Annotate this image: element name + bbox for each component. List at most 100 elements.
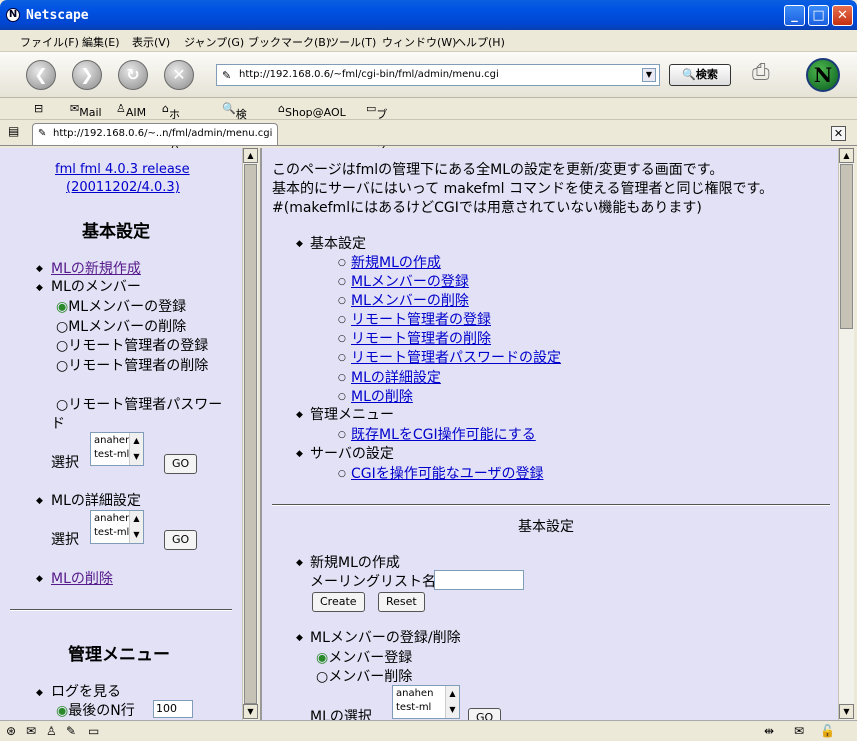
radio-icon: ○	[56, 319, 69, 335]
scroll-up-icon[interactable]: ▲	[446, 686, 459, 702]
bookmark-folder[interactable]: ▭ブックマーク	[366, 102, 387, 201]
right-frame-scrollbar[interactable]: ▲ ▼	[838, 148, 854, 720]
scroll-down-icon[interactable]: ▼	[130, 449, 143, 465]
radio-member-remove[interactable]: ○メンバー削除	[316, 666, 412, 686]
ml-select-list[interactable]: anahen test-ml ▲ ▼	[90, 432, 144, 466]
left-frame-scrollbar[interactable]: ▲ ▼	[242, 148, 258, 720]
toc-link-member-add[interactable]: MLメンバーの登録	[351, 271, 469, 291]
composer-status-icon[interactable]: ✎	[66, 724, 76, 738]
url-dropdown-icon[interactable]: ▼	[642, 68, 656, 82]
ml-members-label: MLのメンバー	[51, 279, 141, 295]
mail-status-icon[interactable]: ✉	[26, 724, 36, 738]
scroll-up-icon[interactable]: ▲	[130, 433, 143, 449]
cookie-icon[interactable]: ✉	[794, 724, 804, 738]
print-icon[interactable]: ⎙	[752, 60, 770, 85]
stop-button[interactable]: ✕	[164, 60, 194, 90]
last-n-input[interactable]: 100	[153, 700, 193, 718]
bookmark-home[interactable]: ⌂ホーム	[162, 102, 180, 153]
ml-name-input[interactable]	[434, 570, 524, 590]
toc-link-enable-cgi[interactable]: 既存MLをCGI操作可能にする	[351, 424, 536, 444]
toc-link-remote-admin-password[interactable]: リモート管理者パスワードの設定	[351, 347, 561, 367]
back-button[interactable]: ❮	[26, 60, 56, 90]
radio-remote-admin-delete[interactable]: ○リモート管理者の削除	[56, 355, 208, 375]
scroll-down-icon[interactable]: ▼	[446, 702, 459, 718]
ml-detail-select-list[interactable]: anahen test-ml ▲ ▼	[90, 510, 144, 544]
window-title: Netscape	[26, 8, 89, 23]
scroll-up-icon[interactable]: ▲	[839, 148, 854, 163]
toc-link-ml-detail[interactable]: MLの詳細設定	[351, 367, 441, 387]
go-button[interactable]: GO	[468, 708, 502, 720]
scroll-down-icon[interactable]: ▼	[130, 527, 143, 543]
toc-link-remote-admin-add[interactable]: リモート管理者の登録	[351, 309, 491, 329]
create-button[interactable]: Create	[312, 592, 365, 612]
search-button[interactable]: 🔍検索	[669, 64, 731, 86]
bullet-icon: ◆	[296, 558, 303, 568]
radio-last-n[interactable]: ◉最後のN行	[56, 700, 135, 720]
reload-button[interactable]: ↻	[118, 60, 148, 90]
address-book-icon[interactable]: ▭	[88, 724, 99, 738]
go-button[interactable]: GO	[164, 530, 198, 550]
link-new-ml[interactable]: MLの新規作成	[51, 258, 141, 278]
bookmark-shop[interactable]: ⌂ Shop@AOL	[278, 102, 346, 119]
radio-remote-admin-password[interactable]: ○リモート管理者パスワー	[56, 394, 222, 414]
bullet-icon: ◆	[296, 633, 303, 643]
divider	[10, 609, 232, 611]
bullet-icon: ◆	[36, 264, 43, 274]
toc-link-remote-admin-delete[interactable]: リモート管理者の削除	[351, 328, 491, 348]
version-link-line1[interactable]: fml fml 4.0.3 release	[55, 162, 190, 177]
security-lock-icon[interactable]: 🔓	[820, 724, 835, 738]
circle-bullet-icon: ○	[338, 353, 346, 363]
menu-go[interactable]: ジャンプ(G)	[184, 34, 244, 50]
radio-icon: ○	[56, 338, 69, 354]
scroll-up-icon[interactable]: ▲	[243, 148, 258, 163]
reset-button[interactable]: Reset	[378, 592, 425, 612]
radio-selected-icon: ◉	[316, 650, 329, 666]
circle-bullet-icon: ○	[338, 373, 346, 383]
toc-link-cgi-user[interactable]: CGIを操作可能なユーザの登録	[351, 463, 543, 483]
ml-select-list[interactable]: anahen test-ml ▲ ▼	[392, 685, 460, 719]
netscape-logo[interactable]: N	[806, 58, 840, 92]
maximize-button[interactable]: □	[808, 5, 829, 26]
menu-edit[interactable]: 編集(E)	[82, 34, 120, 50]
bookmark-mail[interactable]: ✉ Mail	[70, 102, 102, 119]
menu-window[interactable]: ウィンドウ(W)	[382, 34, 456, 50]
scroll-down-icon[interactable]: ▼	[839, 704, 854, 719]
scrollbar-thumb[interactable]	[840, 164, 853, 329]
toc-link-new-ml[interactable]: 新規MLの作成	[351, 252, 441, 272]
toc-link-ml-delete[interactable]: MLの削除	[351, 386, 413, 406]
navigator-status-icon[interactable]: ⊛	[6, 724, 16, 738]
menu-bookmarks[interactable]: ブックマーク(B)	[248, 34, 330, 50]
scroll-up-icon[interactable]: ▲	[130, 511, 143, 527]
tab-page-icon: ✎	[38, 128, 47, 139]
home-toolbar-icon[interactable]: ⊟	[34, 102, 43, 115]
scroll-down-icon[interactable]: ▼	[243, 704, 258, 719]
bookmark-aim[interactable]: ♙ AIM	[116, 102, 146, 119]
bookmark-search[interactable]: 🔍検索	[222, 102, 247, 137]
title-bar: N Netscape _ □ ✕	[0, 0, 857, 30]
menu-file[interactable]: ファイル(F)	[20, 34, 79, 50]
bullet-icon: ◆	[36, 574, 43, 584]
minimize-button[interactable]: _	[784, 5, 805, 26]
radio-remote-admin-add[interactable]: ○リモート管理者の登録	[56, 335, 208, 355]
close-tab-icon[interactable]: ✕	[831, 126, 846, 141]
radio-member-register[interactable]: ◉メンバー登録	[316, 647, 412, 667]
scrollbar-thumb[interactable]	[244, 164, 257, 704]
link-delete-ml[interactable]: MLの削除	[51, 568, 113, 588]
netscape-app-icon: N	[6, 8, 20, 22]
go-button[interactable]: GO	[164, 454, 198, 474]
toc-link-member-delete[interactable]: MLメンバーの削除	[351, 290, 469, 310]
circle-bullet-icon: ○	[338, 430, 346, 440]
forward-button[interactable]: ❯	[72, 60, 102, 90]
radio-member-add[interactable]: ◉MLメンバーの登録	[56, 296, 186, 316]
url-field[interactable]: ✎ http://192.168.0.6/~fml/cgi-bin/fml/ad…	[216, 64, 660, 86]
menu-view[interactable]: 表示(V)	[132, 34, 170, 50]
tab-list-icon[interactable]: ▤	[8, 124, 19, 138]
menu-tools[interactable]: ツール(T)	[328, 34, 376, 50]
radio-member-delete[interactable]: ○MLメンバーの削除	[56, 316, 186, 336]
heading-admin-menu: 管理メニュー	[68, 645, 170, 665]
close-button[interactable]: ✕	[832, 5, 853, 26]
tab-menu-cgi[interactable]: ✎ http://192.168.0.6/~..n/fml/admin/menu…	[32, 123, 278, 145]
aim-status-icon[interactable]: ♙	[46, 724, 57, 738]
version-link-line2[interactable]: (20011202/4.0.3)	[66, 180, 180, 195]
menu-help[interactable]: ヘルプ(H)	[455, 34, 505, 50]
